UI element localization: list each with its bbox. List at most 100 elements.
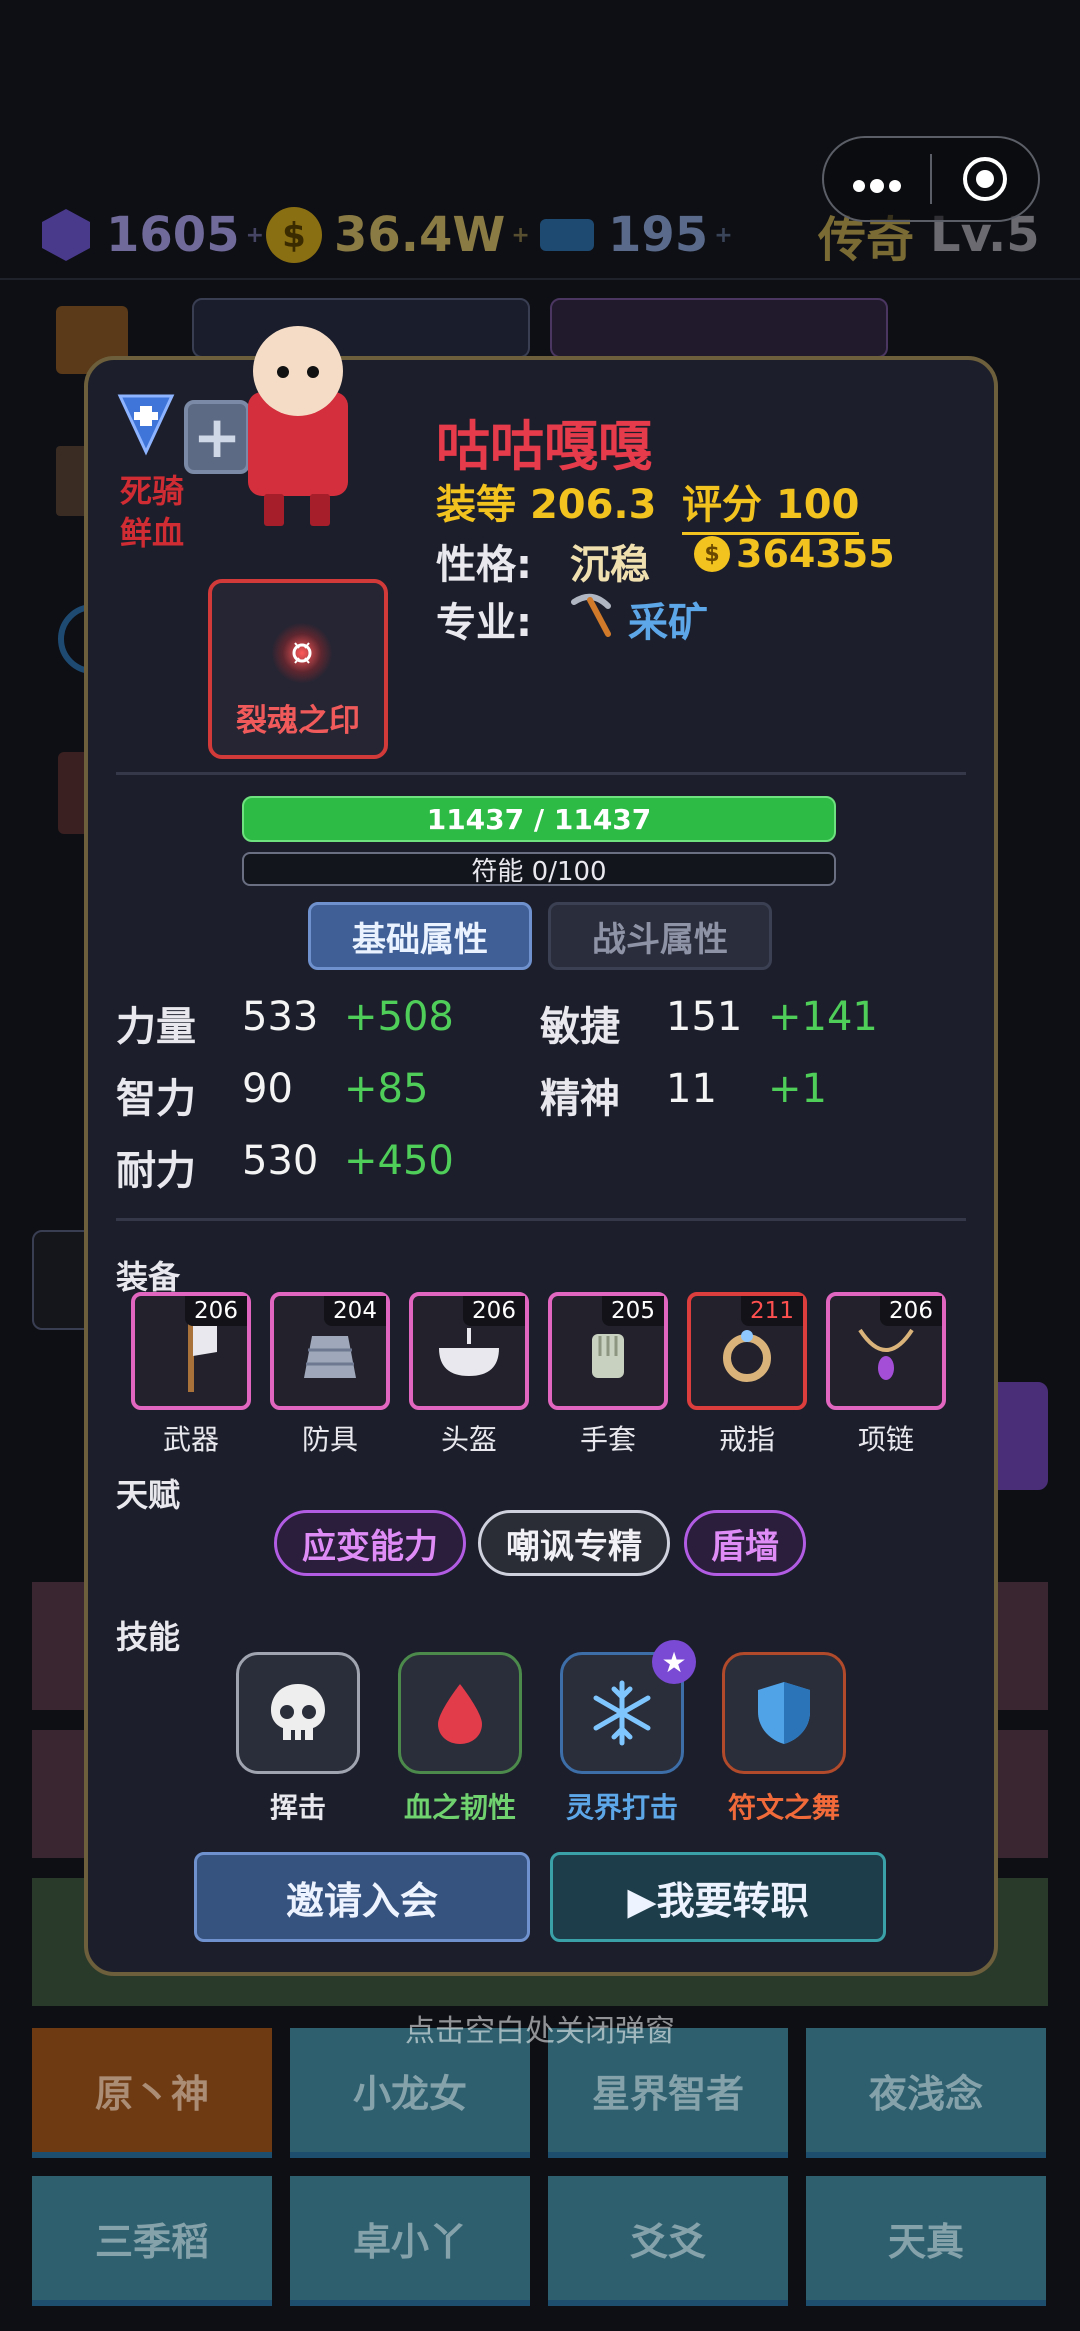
talents-title: 天赋 [116, 1476, 181, 1514]
stat-bonus: +450 [344, 1138, 454, 1184]
class-shield-icon [116, 392, 176, 460]
coin-count: 36.4W [334, 207, 506, 263]
svg-text:$: $ [282, 216, 306, 256]
rune-bar: 符能 0/100 [242, 852, 836, 887]
top-divider [0, 278, 1080, 280]
bg-banner-left [192, 298, 530, 358]
gear-score: 装等 206.3 [436, 472, 656, 530]
coin-icon: $ [266, 207, 322, 263]
stat-bonus: +1 [768, 1066, 827, 1112]
miniprogram-capsule [822, 136, 1040, 222]
rating[interactable]: 评分 100 [682, 472, 860, 535]
equipment-slot-armor[interactable]: 204 [270, 1292, 390, 1410]
seal-icon [272, 623, 332, 683]
close-miniprogram-button[interactable] [932, 155, 1038, 203]
spec-tag: 死骑 鲜血 [112, 470, 192, 554]
coin-counter[interactable]: $ 36.4W + [264, 190, 530, 280]
avatar-eye [277, 366, 289, 378]
talent-chip[interactable]: 应变能力 [274, 1510, 466, 1576]
profession-label: 专业: [436, 600, 532, 646]
ticket-plus: + [714, 222, 733, 248]
rating-value: 100 [775, 482, 860, 528]
snowflake-icon [593, 1680, 651, 1746]
gem-count: 1605 [106, 207, 240, 263]
skills-title: 技能 [116, 1618, 181, 1656]
soul-seal-slot[interactable]: 裂魂之印 [208, 579, 388, 759]
equipment-level: 204 [324, 1296, 386, 1326]
equipment-label: 项链 [857, 1423, 914, 1456]
tab-combat-attributes[interactable]: 战斗属性 [548, 902, 772, 970]
stat-name: 力量 [116, 1004, 196, 1050]
stat-base: 530 [242, 1138, 319, 1184]
stat-bonus: +85 [344, 1066, 429, 1112]
equipment-level: 206 [185, 1296, 247, 1326]
invite-to-guild-button[interactable]: 邀请入会 [194, 1852, 530, 1942]
star-badge-icon: ★ [652, 1640, 696, 1684]
guild-tile[interactable]: 卓小丫 [290, 2176, 530, 2306]
blood-drop-icon [438, 1684, 482, 1744]
equipment-slot-necklace[interactable]: 206 [826, 1292, 946, 1410]
hp-bar: 11437 / 11437 [242, 796, 836, 842]
equipment-level: 206 [880, 1296, 942, 1326]
shield-icon [758, 1682, 810, 1744]
rating-label: 评分 [682, 482, 762, 528]
talent-chip[interactable]: 盾墙 [684, 1510, 806, 1576]
equipment-level: 205 [602, 1296, 664, 1326]
seal-label: 裂魂之印 [236, 703, 360, 739]
equipment-slot-ring[interactable]: 211 [687, 1292, 807, 1410]
talent-chip[interactable]: 嘲讽专精 [478, 1510, 670, 1576]
coin-plus: + [511, 222, 530, 248]
equipment-slot-gloves[interactable]: 205 [548, 1292, 668, 1410]
guild-tile[interactable]: 爻爻 [548, 2176, 788, 2306]
avatar-eye [307, 366, 319, 378]
guild-tile[interactable]: 三季稻 [32, 2176, 272, 2306]
skull-icon [271, 1684, 325, 1740]
ticket-counter[interactable]: 195 + [538, 190, 733, 280]
divider [116, 772, 966, 775]
stat-name: 精神 [540, 1076, 620, 1122]
bg-banner-right [550, 298, 888, 358]
tab-basic-attributes[interactable]: 基础属性 [308, 902, 532, 970]
equipment-label: 头盔 [440, 1423, 497, 1456]
divider [116, 1218, 966, 1221]
more-menu-button[interactable] [824, 154, 930, 205]
close-hint[interactable]: 点击空白处关闭弹窗 [0, 2006, 1080, 2050]
character-name: 咕咕嘎嘎 [436, 415, 652, 478]
character-left-leg [264, 494, 284, 526]
pickaxe-icon [568, 592, 614, 642]
gem-plus: + [245, 222, 265, 248]
skill-slot[interactable] [722, 1652, 846, 1774]
skill-label: 挥击 [269, 1791, 326, 1824]
equipment-slot-helmet[interactable]: 206 [409, 1292, 529, 1410]
stat-bonus: +141 [768, 994, 878, 1040]
equipment-label: 武器 [162, 1423, 219, 1456]
stat-base: 90 [242, 1066, 293, 1112]
gold-coin-icon: $ [694, 536, 730, 572]
stat-name: 敏捷 [540, 1004, 620, 1050]
stat-name: 智力 [116, 1076, 196, 1122]
ticket-icon [540, 219, 594, 251]
equipment-level: 206 [463, 1296, 525, 1326]
spec-tag-line-1: 死骑 [119, 472, 184, 510]
skill-label: 血之韧性 [403, 1791, 516, 1824]
personality-label: 性格: [436, 542, 532, 588]
character-avatar-head [253, 326, 343, 416]
stat-base: 11 [666, 1066, 717, 1112]
stat-bonus: +508 [344, 994, 454, 1040]
add-badge-button[interactable]: + [184, 400, 250, 474]
skill-label: 符文之舞 [727, 1791, 840, 1824]
gem-counter[interactable]: 1605 + [38, 190, 264, 280]
stat-name: 耐力 [116, 1148, 196, 1194]
spec-tag-line-2: 鲜血 [119, 514, 184, 552]
guild-tile[interactable]: 天真 [806, 2176, 1046, 2306]
equipment-slot-weapon[interactable]: 206 [131, 1292, 251, 1410]
equipment-label: 戒指 [718, 1423, 775, 1456]
profession-value: 采矿 [628, 600, 708, 646]
skill-label: 灵界打击 [565, 1791, 678, 1824]
change-class-button[interactable]: ▶我要转职 [550, 1852, 886, 1942]
gear-score-label: 装等 [436, 482, 516, 528]
more-dots-icon [853, 178, 901, 193]
skill-slot[interactable] [398, 1652, 522, 1774]
personality-value: 沉稳 [570, 542, 650, 588]
skill-slot[interactable] [236, 1652, 360, 1774]
